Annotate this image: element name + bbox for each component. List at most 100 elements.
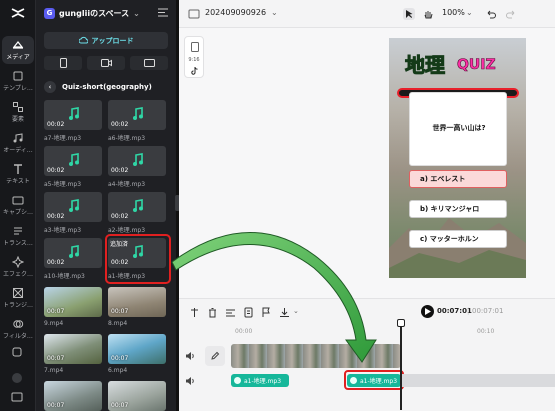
rail-item-label: フィルタ… [3,333,33,340]
camera-icon [100,59,112,67]
rail-item-audio[interactable]: オーディ… [2,129,34,157]
music-note-icon [69,199,79,212]
delete-icon[interactable] [207,307,218,318]
chevron-down-icon[interactable]: ⌄ [466,8,473,17]
video-preview[interactable]: 地理 QUIZ 世界一高い山は? a) エベレスト b) キリマンジャロ c) … [389,38,526,278]
elements-icon [13,102,23,112]
media-item[interactable]: 00:02 a2-地理.mp3 [108,192,166,234]
audio-clip[interactable]: a1-地理.mp3 [231,374,289,387]
media-item[interactable]: 00:07 8.mp4 [108,287,166,327]
quiz-title-kanji: 地理 [405,53,446,78]
media-duration: 00:02 [47,167,65,174]
rail-item-effects[interactable]: エフェク… [2,253,34,281]
select-pointer-icon[interactable] [403,8,415,20]
rail-item-label: メディア [6,54,30,61]
aspect-ratio-selector[interactable]: 9:16 [184,36,204,78]
video-thumbnail: 00:07 [44,287,102,317]
aspect-ratio-label: 9:16 [188,57,200,63]
rail-item-templates[interactable]: テンプレ… [2,67,34,95]
highlight-box-media [105,234,171,284]
template-icon [13,71,23,81]
duplicate-icon[interactable] [243,307,254,318]
media-item[interactable]: 00:02 a4-地理.mp3 [108,146,166,188]
rail-item-text[interactable]: テキスト [2,160,34,188]
media-item[interactable]: 00:07 9.mp4 [44,287,102,327]
music-note-icon [69,153,79,166]
split-icon[interactable] [189,307,200,318]
speaker-icon[interactable] [185,351,195,361]
media-item[interactable]: 00:02 a6-地理.mp3 [108,100,166,142]
upload-button[interactable]: アップロード [44,32,168,49]
playhead[interactable] [397,319,405,410]
chevron-down-icon[interactable]: ⌄ [293,307,299,315]
audio-thumbnail: 00:02 [44,238,102,268]
answer-option-b: b) キリマンジャロ [409,200,507,218]
music-note-icon [133,153,143,166]
workspace-selector[interactable]: G gungliiのスペース ⌄ [44,6,140,20]
speaker-icon[interactable] [185,376,195,386]
rail-item-label: 要素 [11,116,24,123]
text-icon [14,164,22,174]
playhead-handle[interactable] [397,319,405,327]
user-avatar-icon[interactable] [11,372,23,384]
panel-menu-icon[interactable] [158,8,168,17]
rail-item-media[interactable]: メディア [2,36,34,64]
media-duration: 00:02 [47,121,65,128]
audio-clip-icon [234,377,241,384]
question-card: 世界一高い山は? [409,92,507,166]
media-item[interactable]: 00:07 [108,381,166,411]
more-tools-icon[interactable] [11,346,23,358]
answer-option-a: a) エベレスト [409,170,507,188]
media-item[interactable]: 00:02 a10-地理.mp3 [44,238,102,280]
media-name: 6.mp4 [108,367,128,374]
hand-icon[interactable] [422,8,434,20]
media-item[interactable]: 00:02 a3-地理.mp3 [44,192,102,234]
chevron-down-icon[interactable]: ⌄ [271,8,278,17]
source-record-button[interactable] [87,56,125,70]
project-name[interactable]: 20240909092​6 [205,8,266,17]
play-icon [425,308,431,315]
rail-item-transitions[interactable]: トランジ… [2,284,34,312]
audio-thumbnail: 00:02 [44,146,102,176]
option-text: b) キリマンジャロ [420,205,480,213]
edit-cover-button[interactable] [205,346,225,366]
rail-item-elements[interactable]: 要素 [2,98,34,126]
video-thumbnail: 00:07 [108,381,166,411]
zoom-level[interactable]: 100% [442,8,465,17]
media-item[interactable]: 00:02 a7-地理.mp3 [44,100,102,142]
video-track-clip[interactable] [231,344,401,368]
media-name: 9.mp4 [44,320,64,327]
media-duration: 00:02 [111,121,129,128]
media-name: a6-地理.mp3 [108,135,146,142]
media-duration: 00:07 [111,355,129,362]
media-item[interactable]: 00:07 7.mp4 [44,334,102,374]
rail-item-transcript[interactable]: トランス… [2,222,34,250]
media-name: a4-地理.mp3 [108,181,146,188]
media-item[interactable]: 00:02 a5-地理.mp3 [44,146,102,188]
music-note-icon [69,245,79,258]
workspace-name: gungliiのスペース [59,8,130,18]
source-phone-button[interactable] [44,56,82,70]
tiktok-icon [191,66,198,75]
workspace-avatar: G [44,7,55,19]
answer-option-c: c) マッターホルン [409,230,507,248]
undo-icon[interactable] [485,8,497,20]
music-note-icon [133,199,143,212]
media-name: a2-地理.mp3 [108,227,146,234]
download-icon[interactable] [279,307,290,318]
auto-cut-icon[interactable] [225,307,236,318]
media-item[interactable]: 00:07 [44,381,102,411]
keyboard-icon[interactable] [11,392,23,402]
back-icon[interactable]: ‹ [44,81,56,93]
source-screen-button[interactable] [130,56,168,70]
rail-item-captions[interactable]: キャプシ… [2,191,34,219]
redo-icon[interactable] [505,8,517,20]
play-button[interactable] [421,305,434,318]
media-item[interactable]: 00:07 6.mp4 [108,334,166,374]
rail-item-filters[interactable]: フィルタ… [2,315,34,343]
rail-item-label: テキスト [6,178,30,185]
effects-icon [12,256,24,268]
transcript-icon [14,227,22,235]
media-name: a5-地理.mp3 [44,181,82,188]
flag-icon[interactable] [261,307,272,318]
